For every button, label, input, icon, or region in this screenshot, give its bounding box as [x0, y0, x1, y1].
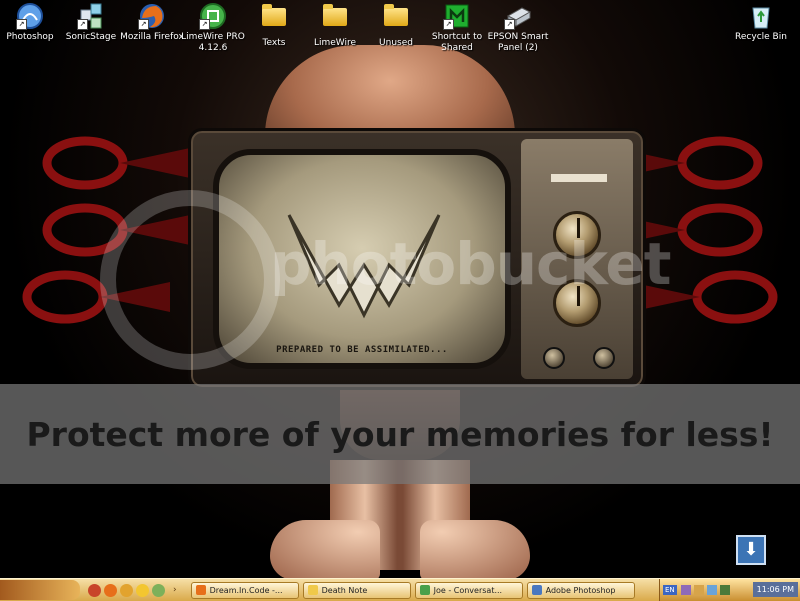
shortcut-arrow-icon: ↗: [443, 19, 454, 30]
arrow-down-icon: ⬇: [743, 539, 759, 560]
download-button[interactable]: ⬇: [736, 535, 766, 565]
sonicstage-icon: ↗: [77, 2, 105, 30]
folder-icon: [321, 4, 349, 36]
limewire-icon: ↗: [199, 2, 227, 30]
desktop-icon-label: Unused: [379, 38, 413, 48]
photobucket-logo-watermark: [100, 190, 280, 370]
system-tray: EN 11:06 PM: [659, 579, 800, 601]
photobucket-watermark-text: photobucket: [270, 230, 671, 298]
desktop-icon-label: Shortcut to Shared: [431, 32, 483, 53]
task-label: Joe - Conversat...: [433, 585, 503, 595]
messenger-icon[interactable]: [136, 583, 149, 597]
wallpaper-right-hand: [420, 520, 530, 578]
taskbar: › Dream.In.Code -... Death Note Joe - Co…: [0, 578, 800, 601]
photobucket-banner: Protect more of your memories for less!: [0, 384, 800, 484]
language-indicator[interactable]: EN: [663, 585, 677, 595]
tv-tone-knob: [593, 347, 615, 369]
desktop-icon-epson-smart-panel[interactable]: ↗ EPSON Smart Panel (2): [485, 2, 551, 54]
quick-launch-icon[interactable]: [88, 583, 101, 597]
tray-icon[interactable]: [693, 585, 704, 595]
firefox-icon: [195, 585, 206, 595]
desktop-icon-label: Texts: [262, 38, 286, 48]
desktop[interactable]: PREPARED TO BE ASSIMILATED... photobucke…: [0, 0, 800, 578]
desktop-icon-label: Photoshop: [6, 32, 54, 42]
shortcut-arrow-icon: ↗: [16, 19, 27, 30]
chevron-right-icon[interactable]: ›: [173, 585, 177, 595]
task-label: Adobe Photoshop: [545, 585, 616, 595]
recycle-bin-icon: [747, 2, 775, 30]
desktop-icon-unused-folder[interactable]: Unused: [363, 2, 429, 49]
task-joe-conversation[interactable]: Joe - Conversat...: [414, 581, 523, 599]
desktop-icon-texts-folder[interactable]: Texts: [241, 2, 307, 49]
quick-launch-icon[interactable]: [152, 583, 165, 597]
desktop-icon-label: EPSON Smart Panel (2): [487, 32, 549, 53]
banner-text: Protect more of your memories for less!: [26, 414, 774, 454]
desktop-icon-label: SonicStage: [65, 32, 117, 42]
quick-launch-icon[interactable]: [120, 583, 133, 597]
desktop-icon-shortcut-to-shared[interactable]: ↗ Shortcut to Shared: [424, 2, 490, 54]
desktop-icon-limewire-folder[interactable]: LimeWire: [302, 2, 368, 49]
shortcut-arrow-icon: ↗: [199, 19, 210, 30]
shortcut-arrow-icon: ↗: [504, 19, 515, 30]
task-label: Death Note: [321, 585, 368, 595]
tv-volume-knob: [543, 347, 565, 369]
epson-icon: ↗: [504, 2, 532, 30]
start-button[interactable]: [0, 580, 80, 600]
task-dream-in-code[interactable]: Dream.In.Code -...: [190, 581, 299, 599]
folder-icon: [260, 4, 288, 36]
messenger-icon: [419, 585, 430, 595]
shortcut-arrow-icon: ↗: [77, 19, 88, 30]
firefox-icon[interactable]: [104, 583, 117, 597]
task-adobe-photoshop[interactable]: Adobe Photoshop: [526, 581, 635, 599]
clock[interactable]: 11:06 PM: [752, 582, 798, 597]
desktop-icon-label: Recycle Bin: [735, 32, 787, 42]
desktop-icon-recycle-bin[interactable]: Recycle Bin: [728, 2, 794, 43]
photoshop-icon: [531, 585, 542, 595]
shortcut-arrow-icon: ↗: [138, 19, 149, 30]
desktop-icon-label: LimeWire: [313, 38, 357, 48]
quick-launch: [88, 583, 165, 597]
desktop-icon-sonicstage[interactable]: ↗ SonicStage: [58, 2, 124, 43]
task-death-note[interactable]: Death Note: [302, 581, 411, 599]
firefox-icon: ↗: [138, 2, 166, 30]
tray-icon[interactable]: [680, 585, 691, 595]
desktop-icon-limewire-pro[interactable]: ↗ LimeWire PRO 4.12.6: [180, 2, 246, 54]
desktop-icon-firefox[interactable]: ↗ Mozilla Firefox: [119, 2, 185, 43]
desktop-icon-photoshop[interactable]: ↗ Photoshop: [0, 2, 63, 43]
desktop-icon-label: LimeWire PRO 4.12.6: [181, 32, 245, 53]
desktop-icon-label: Mozilla Firefox: [120, 32, 184, 42]
shared-shortcut-icon: ↗: [443, 2, 471, 30]
tray-icon[interactable]: [719, 585, 730, 595]
wallpaper-left-hand: [270, 520, 380, 578]
photoshop-icon: ↗: [16, 2, 44, 30]
scissors-decoration: [42, 136, 190, 190]
task-label: Dream.In.Code -...: [209, 585, 283, 595]
tv-label-plate: [551, 174, 607, 182]
folder-icon: [307, 585, 318, 595]
tv-screen-text: PREPARED TO BE ASSIMILATED...: [276, 345, 448, 355]
tray-icon[interactable]: [706, 585, 717, 595]
folder-icon: [382, 4, 410, 36]
